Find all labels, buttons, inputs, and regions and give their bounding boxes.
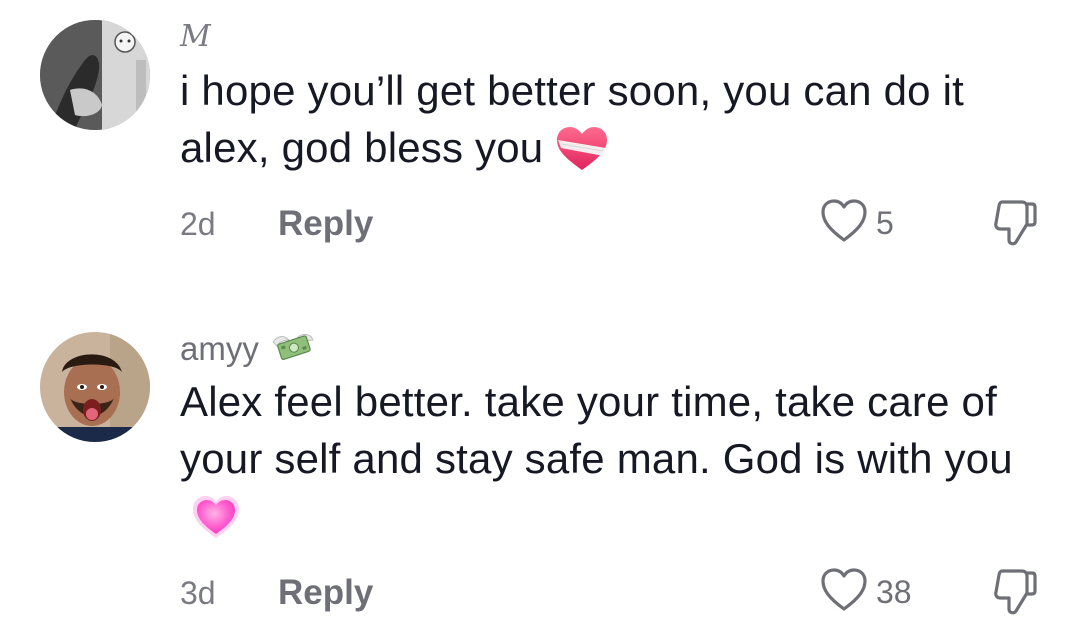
growing-heart-icon xyxy=(192,494,240,554)
like-button[interactable]: 38 xyxy=(820,567,912,618)
comment-text: Alex feel better. take your time, take c… xyxy=(180,373,1060,554)
comment-time: 2d xyxy=(180,206,216,242)
avatar[interactable] xyxy=(40,20,150,130)
money-with-wings-icon xyxy=(271,328,315,369)
comment-footer: 3d Reply 38 xyxy=(180,567,1040,617)
comment-footer: 2d Reply 5 xyxy=(180,198,1040,248)
username-text: M xyxy=(180,19,211,54)
comment-text: i hope you’ll get better soon, you can d… xyxy=(180,62,1060,186)
thumbs-down-icon xyxy=(992,569,1038,621)
reply-button[interactable]: Reply xyxy=(278,573,373,613)
comment-item: amyy Alex feel better. take your time, t… xyxy=(0,300,1080,617)
heart-outline-icon xyxy=(820,198,868,249)
comment-body: Alex feel better. take your time, take c… xyxy=(180,378,1013,482)
dislike-button[interactable] xyxy=(992,198,1038,253)
thumbs-down-icon xyxy=(992,200,1038,252)
like-count: 5 xyxy=(876,205,894,241)
username[interactable]: amyy xyxy=(180,328,315,369)
heart-outline-icon xyxy=(820,567,868,618)
username[interactable]: M xyxy=(180,22,211,52)
comment-item: M i hope you’ll get better soon, you can… xyxy=(0,0,1080,270)
dislike-button[interactable] xyxy=(992,567,1038,622)
like-count: 38 xyxy=(876,574,912,610)
comment-time: 3d xyxy=(180,575,216,611)
like-button[interactable]: 5 xyxy=(820,198,894,249)
mending-heart-icon xyxy=(555,126,609,186)
avatar[interactable] xyxy=(40,332,150,442)
reply-button[interactable]: Reply xyxy=(278,204,373,244)
username-text: amyy xyxy=(180,330,259,367)
